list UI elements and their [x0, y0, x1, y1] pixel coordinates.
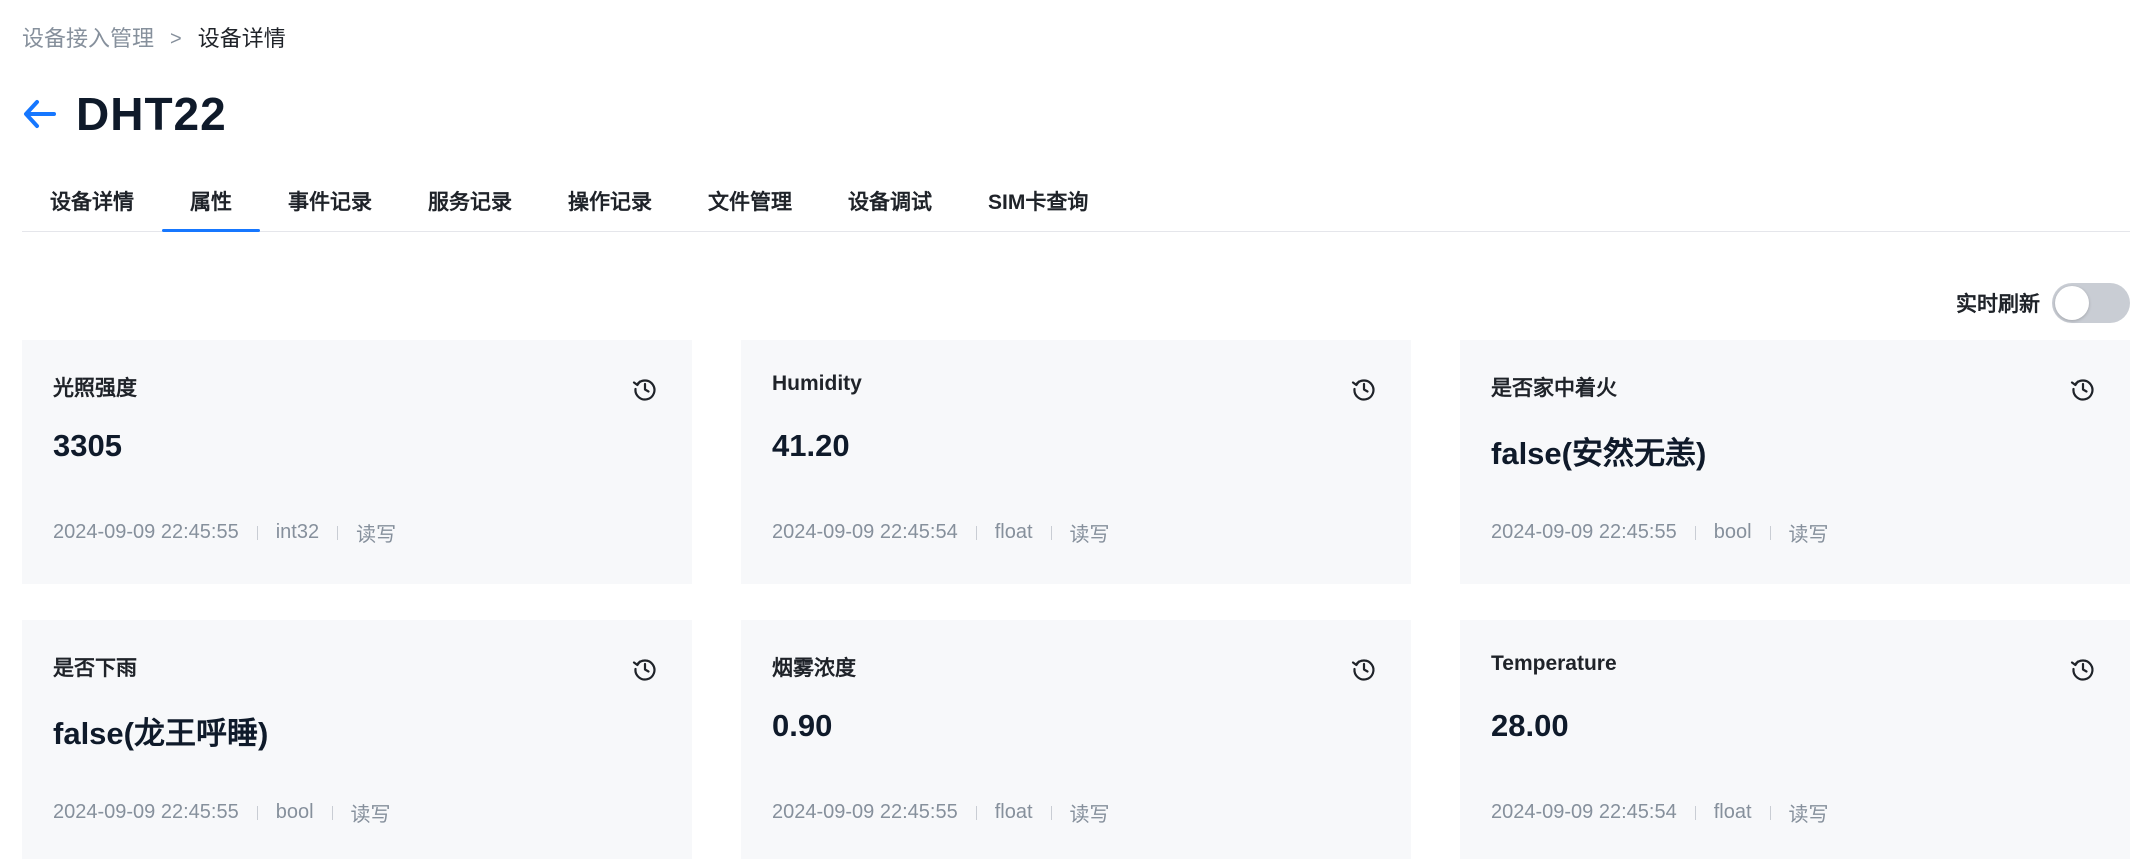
history-icon[interactable]	[2070, 376, 2096, 402]
property-card: Temperature 28.00 2024-09-09 22:45:54 fl…	[1460, 620, 2130, 859]
history-icon[interactable]	[632, 376, 658, 402]
breadcrumb-current: 设备详情	[197, 26, 286, 51]
meta-divider	[337, 525, 339, 540]
property-value: false(龙王呼睡)	[53, 716, 269, 751]
property-timestamp: 2024-09-09 22:45:54	[772, 521, 958, 543]
tab-file-management[interactable]: 文件管理	[680, 176, 820, 231]
breadcrumb-parent-link[interactable]: 设备接入管理	[22, 24, 154, 54]
property-access-mode: 读写	[350, 804, 391, 826]
property-data-type: bool	[275, 801, 314, 823]
property-card: 光照强度 3305 2024-09-09 22:45:55 int32 读写	[22, 340, 692, 584]
arrow-left-icon	[24, 100, 56, 128]
device-detail-page: 设备接入管理 > 设备详情 DHT22 设备详情 属性 事件记录 服务记录 操作…	[0, 0, 2148, 859]
property-name: 烟雾浓度	[772, 657, 856, 680]
meta-divider	[1769, 805, 1771, 820]
tab-operation-records[interactable]: 操作记录	[540, 176, 680, 231]
property-data-type: bool	[1713, 521, 1752, 543]
property-data-type: int32	[275, 521, 320, 543]
property-name: 是否下雨	[53, 657, 137, 680]
tab-service-records[interactable]: 服务记录	[400, 176, 540, 231]
breadcrumb: 设备接入管理 > 设备详情	[22, 24, 286, 54]
meta-divider	[1694, 805, 1696, 820]
tab-sim-query[interactable]: SIM卡查询	[960, 176, 1116, 231]
property-name: 是否家中着火	[1491, 377, 1617, 400]
history-icon[interactable]	[1351, 376, 1377, 402]
property-meta: 2024-09-09 22:45:55 bool 读写	[53, 798, 391, 827]
property-name: 光照强度	[53, 377, 137, 400]
meta-divider	[975, 525, 977, 540]
meta-divider	[256, 805, 258, 820]
page-header: DHT22	[22, 86, 227, 142]
property-name: Temperature	[1491, 652, 1617, 675]
history-icon[interactable]	[1351, 656, 1377, 682]
tab-device-debug[interactable]: 设备调试	[820, 176, 960, 231]
toggle-knob	[2055, 286, 2089, 320]
property-timestamp: 2024-09-09 22:45:55	[772, 801, 958, 823]
property-value: 3305	[53, 428, 122, 463]
meta-divider	[331, 805, 333, 820]
property-timestamp: 2024-09-09 22:45:54	[1491, 801, 1677, 823]
meta-divider	[1769, 525, 1771, 540]
property-card: 是否下雨 false(龙王呼睡) 2024-09-09 22:45:55 boo…	[22, 620, 692, 859]
property-meta: 2024-09-09 22:45:55 bool 读写	[1491, 518, 1829, 547]
tab-properties[interactable]: 属性	[162, 176, 260, 232]
property-access-mode: 读写	[1069, 524, 1110, 546]
meta-divider	[256, 525, 258, 540]
realtime-refresh-toggle[interactable]	[2052, 283, 2130, 323]
property-meta: 2024-09-09 22:45:55 float 读写	[772, 798, 1110, 827]
meta-divider	[975, 805, 977, 820]
property-access-mode: 读写	[1069, 804, 1110, 826]
property-value: 41.20	[772, 428, 850, 463]
property-timestamp: 2024-09-09 22:45:55	[53, 801, 239, 823]
property-card: 是否家中着火 false(安然无恙) 2024-09-09 22:45:55 b…	[1460, 340, 2130, 584]
property-access-mode: 读写	[1788, 804, 1829, 826]
tab-device-detail[interactable]: 设备详情	[22, 176, 162, 231]
property-value: 0.90	[772, 708, 833, 743]
property-data-type: float	[994, 521, 1033, 543]
history-icon[interactable]	[2070, 656, 2096, 682]
property-meta: 2024-09-09 22:45:54 float 读写	[1491, 798, 1829, 827]
tab-event-records[interactable]: 事件记录	[260, 176, 400, 231]
property-data-type: float	[994, 801, 1033, 823]
property-card: 烟雾浓度 0.90 2024-09-09 22:45:55 float 读写	[741, 620, 1411, 859]
meta-divider	[1694, 525, 1696, 540]
breadcrumb-separator: >	[170, 28, 182, 50]
property-timestamp: 2024-09-09 22:45:55	[1491, 521, 1677, 543]
property-name: Humidity	[772, 372, 862, 395]
property-meta: 2024-09-09 22:45:55 int32 读写	[53, 518, 396, 547]
property-access-mode: 读写	[1788, 524, 1829, 546]
page-title: DHT22	[76, 88, 227, 140]
property-meta: 2024-09-09 22:45:54 float 读写	[772, 518, 1110, 547]
back-button[interactable]	[22, 96, 58, 132]
realtime-refresh-label: 实时刷新	[1956, 293, 2040, 316]
meta-divider	[1050, 805, 1052, 820]
history-icon[interactable]	[632, 656, 658, 682]
property-timestamp: 2024-09-09 22:45:55	[53, 521, 239, 543]
property-data-type: float	[1713, 801, 1752, 823]
property-value: false(安然无恙)	[1491, 436, 1707, 471]
realtime-refresh: 实时刷新	[1956, 283, 2130, 323]
property-card: Humidity 41.20 2024-09-09 22:45:54 float…	[741, 340, 1411, 584]
tab-bar: 设备详情 属性 事件记录 服务记录 操作记录 文件管理 设备调试 SIM卡查询	[22, 176, 2130, 232]
meta-divider	[1050, 525, 1052, 540]
property-access-mode: 读写	[356, 524, 397, 546]
property-value: 28.00	[1491, 708, 1569, 743]
